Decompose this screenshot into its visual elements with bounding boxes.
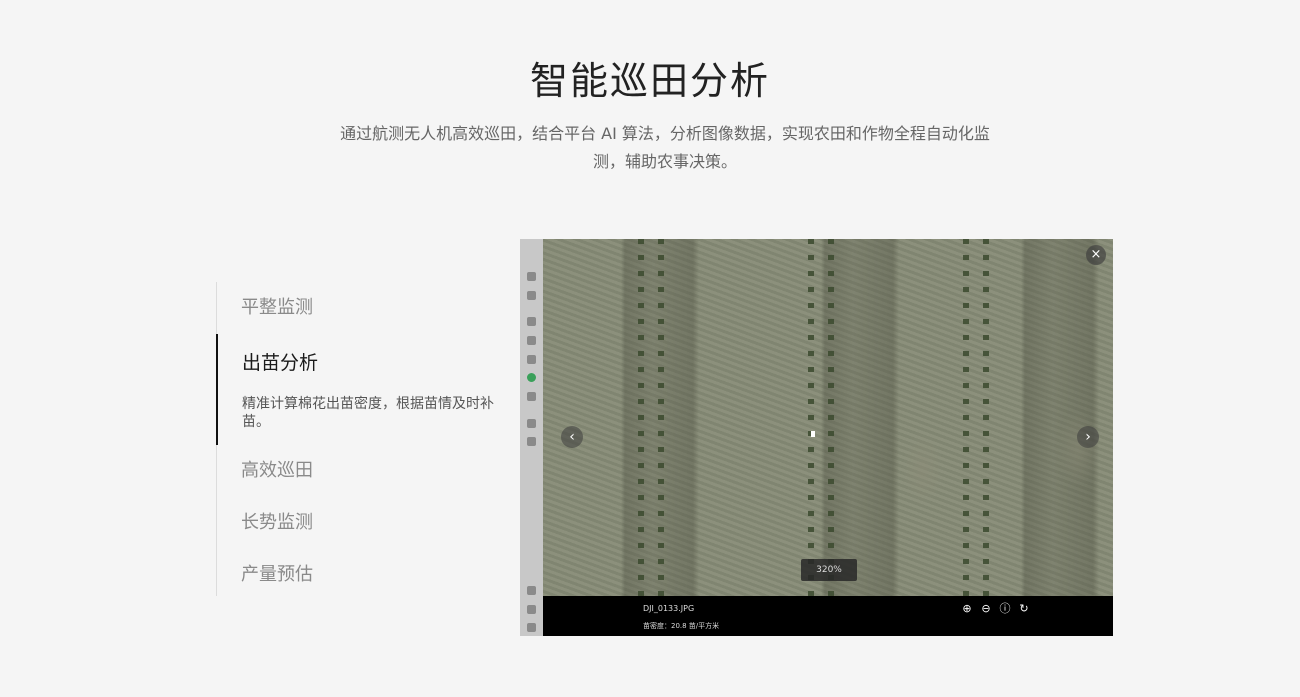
zoom-level-badge: 320% [801,559,857,581]
rail-grid-icon[interactable] [527,419,536,428]
previous-image-button[interactable]: ‹ [561,426,583,448]
rail-drone-icon[interactable] [527,373,536,382]
menu-item-emergence[interactable]: 出苗分析 精准计算棉花出苗密度，根据苗情及时补苗。 [216,334,517,445]
rail-settings-icon[interactable] [527,586,536,595]
crop-row [963,239,969,596]
aerial-field-photo [543,239,1113,596]
rotate-icon[interactable]: ↻ [1018,603,1030,615]
rail-account-icon[interactable] [527,605,536,614]
rail-chart-icon[interactable] [527,392,536,401]
menu-item-patrol[interactable]: 高效巡田 [217,445,517,497]
menu-item-leveling[interactable]: 平整监测 [217,282,517,334]
image-filename: DJI_0133.JPG [643,604,695,613]
crop-row [828,239,834,596]
section-description: 通过航测无人机高效巡田，结合平台 AI 算法，分析图像数据，实现农田和作物全程自… [340,124,990,171]
rail-collapse-icon[interactable] [527,623,536,632]
cursor-pointer-icon [811,431,815,437]
feature-menu: 平整监测 出苗分析 精准计算棉花出苗密度，根据苗情及时补苗。 高效巡田 长势监测… [216,282,517,596]
crop-row [808,239,814,596]
zoom-out-icon[interactable]: ⊖ [980,603,992,615]
rail-map-icon[interactable] [527,291,536,300]
rail-pie-icon[interactable] [527,272,536,281]
info-icon[interactable]: ⓘ [999,603,1011,615]
menu-item-detail: 精准计算棉花出苗密度，根据苗情及时补苗。 [242,396,494,430]
menu-item-label: 产量预估 [241,564,313,585]
viewer-info-bar: DJI_0133.JPG 苗密度：20.8 苗/平方米 ⊕ ⊖ ⓘ ↻ [543,596,1113,636]
next-image-button[interactable]: › [1077,426,1099,448]
rail-user-icon[interactable] [527,317,536,326]
section-title: 智能巡田分析 [529,59,770,103]
crop-row [658,239,664,596]
viewer-side-rail [520,239,543,636]
crop-row [983,239,989,596]
rail-org-icon[interactable] [527,437,536,446]
rail-tools-icon[interactable] [527,355,536,364]
menu-item-yield[interactable]: 产量预估 [217,549,517,601]
zoom-in-icon[interactable]: ⊕ [961,603,973,615]
menu-item-label: 高效巡田 [241,460,313,481]
menu-item-growth[interactable]: 长势监测 [217,497,517,549]
menu-item-label: 平整监测 [241,297,313,318]
menu-item-label: 长势监测 [241,512,313,533]
close-icon[interactable]: × [1086,245,1106,265]
image-viewer: × ‹ › 320% DJI_0133.JPG 苗密度：20.8 苗/平方米 ⊕… [520,239,1113,636]
seedling-density: 苗密度：20.8 苗/平方米 [643,622,720,630]
crop-row [638,239,644,596]
menu-item-label: 出苗分析 [242,352,319,374]
rail-card-icon[interactable] [527,336,536,345]
